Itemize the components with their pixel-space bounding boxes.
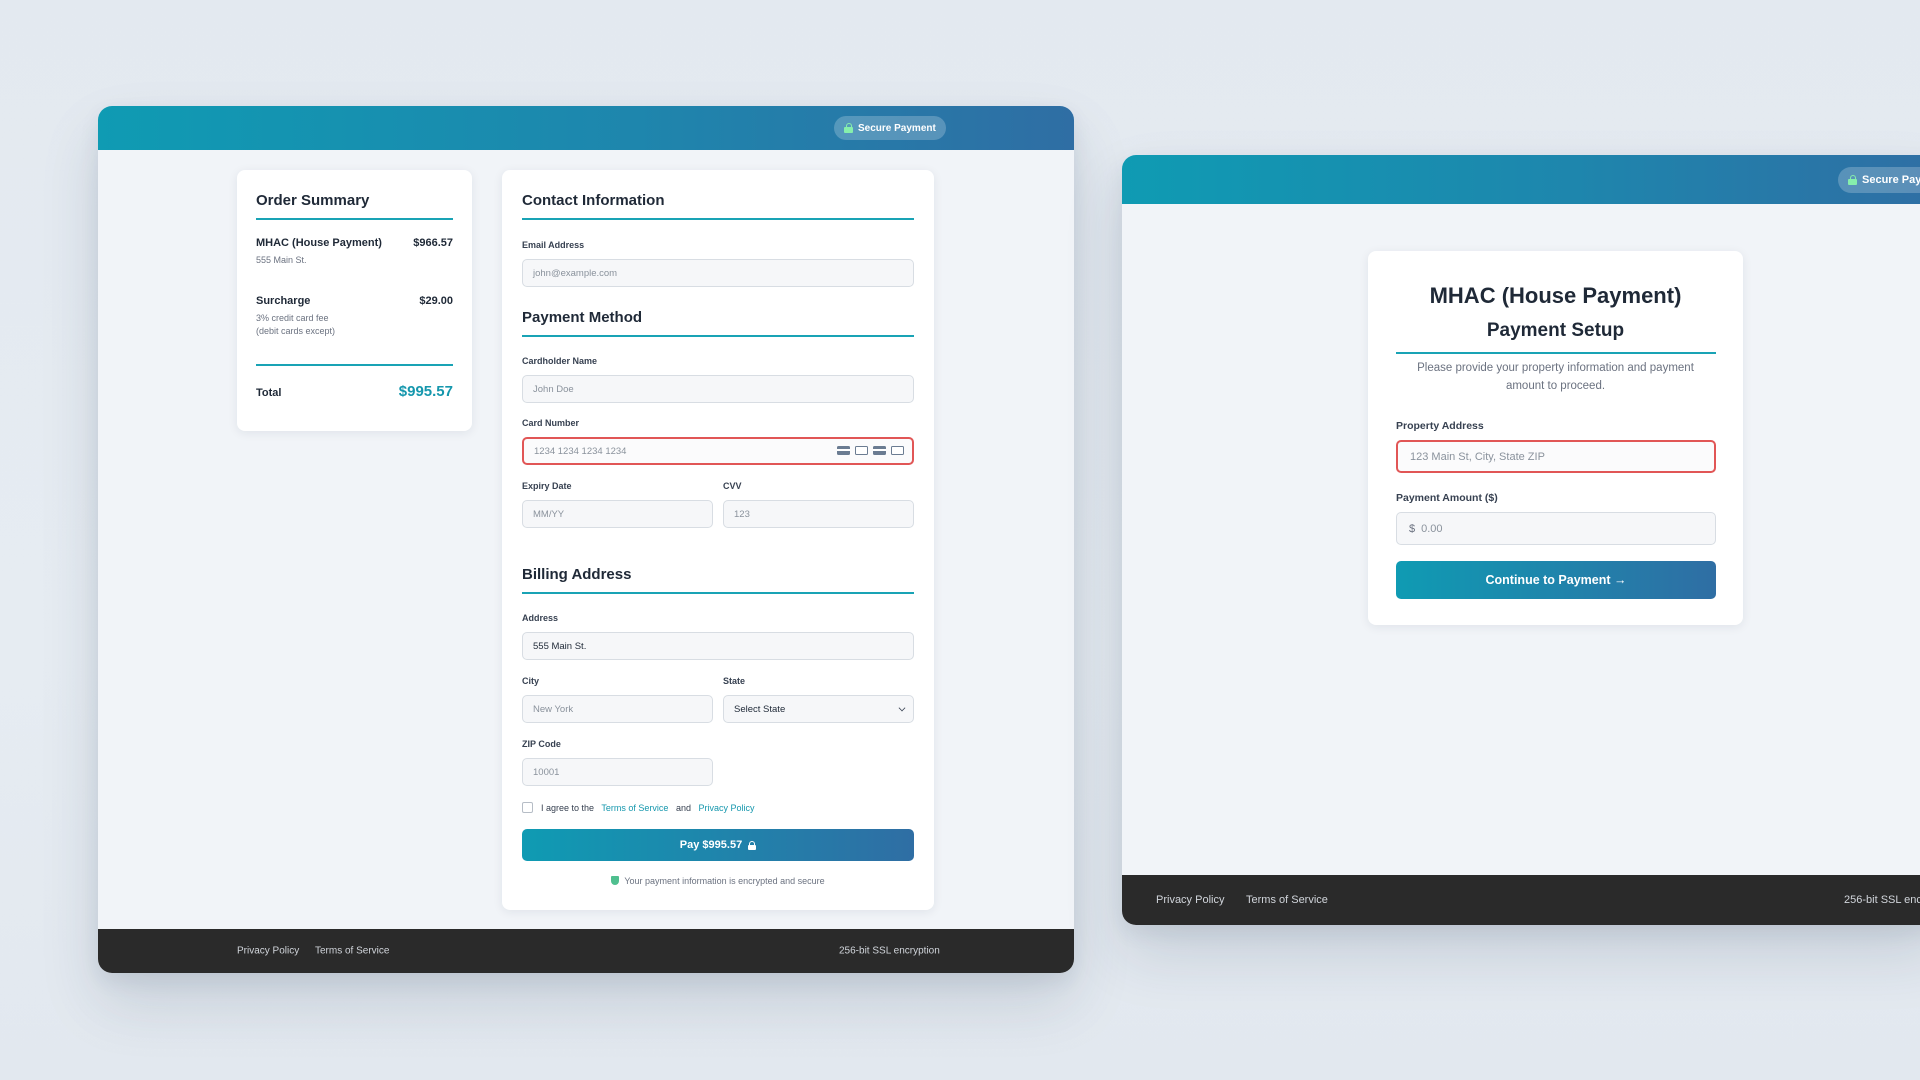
contact-rule <box>522 218 914 220</box>
email-input[interactable]: john@example.com <box>522 259 914 287</box>
order-item-note: 555 Main St. <box>256 255 307 265</box>
setup-description-1: Please provide your property information… <box>1417 362 1694 374</box>
footer-terms-link[interactable]: Terms of Service <box>1246 894 1328 906</box>
payment-form-card: Contact Information Email Address john@e… <box>502 170 934 910</box>
expiry-input[interactable]: MM/YY <box>522 500 713 528</box>
cardholder-label: Cardholder Name <box>522 356 598 366</box>
address-value: 555 Main St. <box>533 640 587 652</box>
property-address-label: Property Address <box>1396 420 1484 432</box>
setup-rule <box>1396 352 1716 354</box>
surcharge-note-2: (debit cards except) <box>256 326 336 336</box>
currency-prefix: $ <box>1409 522 1416 535</box>
agree-prefix: I agree to the <box>541 803 595 813</box>
zip-label: ZIP Code <box>522 739 561 749</box>
billing-title: Billing Address <box>522 566 632 583</box>
cvv-label: CVV <box>723 481 742 491</box>
city-input[interactable]: New York <box>522 695 713 723</box>
continue-button-label: Continue to Payment → <box>1485 573 1627 587</box>
lock-icon <box>748 840 757 850</box>
setup-title: MHAC (House Payment) <box>1429 283 1682 308</box>
setup-subtitle: Payment Setup <box>1486 320 1625 341</box>
total-label: Total <box>256 387 282 399</box>
privacy-link[interactable]: Privacy Policy <box>698 803 754 813</box>
payment-amount-input[interactable]: $ 0.00 <box>1396 512 1716 545</box>
city-label: City <box>522 676 540 686</box>
zip-placeholder: 10001 <box>533 766 560 778</box>
order-summary-title: Order Summary <box>256 192 370 209</box>
header-bar: Secure Payment <box>98 106 1074 150</box>
terms-link[interactable]: Terms of Service <box>601 803 668 813</box>
pay-button-label: Pay $995.57 <box>679 839 743 851</box>
payment-setup-window: Secure Pay MHAC (House Payment) Payment … <box>1122 155 1920 925</box>
address-input[interactable]: 555 Main St. <box>522 632 914 660</box>
secure-payment-badge: Secure Pay <box>1838 167 1920 193</box>
cvv-placeholder: 123 <box>734 508 750 520</box>
card-brand-icons <box>837 446 904 455</box>
secure-note-text: Your payment information is encrypted an… <box>624 876 825 886</box>
zip-input[interactable]: 10001 <box>522 758 713 786</box>
footer-ssl-text: 256-bit SSL encryption <box>839 945 940 957</box>
lock-icon <box>844 123 853 133</box>
payment-setup-card: MHAC (House Payment) Payment Setup Pleas… <box>1368 251 1743 625</box>
footer-ssl-text: 256-bit SSL enc <box>1844 894 1920 906</box>
card-number-label: Card Number <box>522 418 580 428</box>
order-item-name: MHAC (House Payment) <box>256 237 382 249</box>
property-address-input[interactable]: 123 Main St, City, State ZIP <box>1396 440 1716 473</box>
secure-note: Your payment information is encrypted an… <box>502 876 934 886</box>
secure-payment-badge: Secure Payment <box>834 116 946 140</box>
secure-badge-label: Secure Payment <box>858 122 936 134</box>
state-selected-value: Select State <box>734 703 786 715</box>
state-label: State <box>723 676 746 686</box>
header-bar: Secure Pay <box>1122 155 1920 204</box>
lock-icon <box>1848 175 1857 185</box>
mastercard-icon <box>855 446 868 455</box>
billing-rule <box>522 592 914 594</box>
expiry-label: Expiry Date <box>522 481 572 491</box>
cvv-input[interactable]: 123 <box>723 500 914 528</box>
agree-text: I agree to the Terms of Service and Priv… <box>541 803 755 813</box>
continue-to-payment-button[interactable]: Continue to Payment → <box>1396 561 1716 599</box>
card-number-input[interactable]: 1234 1234 1234 1234 <box>522 437 914 465</box>
footer-privacy-link[interactable]: Privacy Policy <box>1156 894 1224 906</box>
shield-icon <box>611 876 620 885</box>
footer-terms-link[interactable]: Terms of Service <box>315 946 389 957</box>
secure-badge-label: Secure Pay <box>1862 174 1920 186</box>
checkout-window: Secure Payment Order Summary MHAC (House… <box>98 106 1074 973</box>
payment-method-title: Payment Method <box>522 309 643 326</box>
pay-button[interactable]: Pay $995.57 <box>522 829 914 861</box>
order-summary-rule <box>256 218 453 220</box>
surcharge-name: Surcharge <box>256 295 311 307</box>
total-rule <box>256 364 453 366</box>
footer: Privacy Policy Terms of Service 256-bit … <box>98 929 1074 973</box>
address-label: Address <box>522 613 559 623</box>
order-item-amount: $966.57 <box>413 237 453 249</box>
payment-method-rule <box>522 335 914 337</box>
generic-card-icon <box>891 446 904 455</box>
property-address-placeholder: 123 Main St, City, State ZIP <box>1410 450 1545 463</box>
visa-card-icon <box>837 446 850 455</box>
setup-description-2: amount to proceed. <box>1505 380 1606 392</box>
email-label: Email Address <box>522 240 585 250</box>
agree-checkbox[interactable] <box>522 802 533 813</box>
cardholder-placeholder: John Doe <box>533 383 574 395</box>
contact-title: Contact Information <box>522 192 665 209</box>
total-value: $995.57 <box>398 383 453 400</box>
footer-privacy-link[interactable]: Privacy Policy <box>237 946 299 957</box>
card-number-placeholder: 1234 1234 1234 1234 <box>534 445 627 457</box>
amex-card-icon <box>873 446 886 455</box>
city-placeholder: New York <box>533 703 574 715</box>
order-summary-card: Order Summary MHAC (House Payment) $966.… <box>237 170 472 431</box>
email-placeholder: john@example.com <box>533 267 618 279</box>
cardholder-input[interactable]: John Doe <box>522 375 914 403</box>
surcharge-amount: $29.00 <box>419 295 453 307</box>
footer: Privacy Policy Terms of Service 256-bit … <box>1122 875 1920 925</box>
payment-amount-placeholder: 0.00 <box>1421 522 1443 535</box>
agree-and: and <box>675 803 691 813</box>
surcharge-note-1: 3% credit card fee <box>256 313 329 323</box>
payment-amount-label: Payment Amount ($) <box>1396 492 1498 504</box>
state-select[interactable]: Select State <box>723 695 914 723</box>
expiry-placeholder: MM/YY <box>533 508 565 520</box>
chevron-down-icon <box>898 704 906 712</box>
